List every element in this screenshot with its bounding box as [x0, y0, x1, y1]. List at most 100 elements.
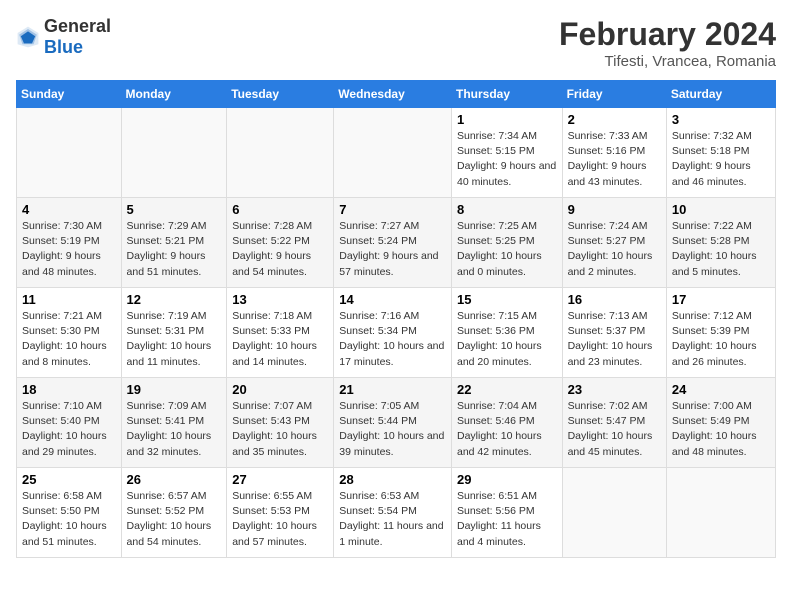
calendar-cell: 18 Sunrise: 7:10 AMSunset: 5:40 PMDayligh…: [17, 378, 122, 468]
calendar-cell: [17, 108, 122, 198]
day-detail: Sunrise: 7:21 AMSunset: 5:30 PMDaylight:…: [22, 309, 116, 370]
day-detail: Sunrise: 7:02 AMSunset: 5:47 PMDaylight:…: [568, 399, 661, 460]
calendar-cell: 21 Sunrise: 7:05 AMSunset: 5:44 PMDayligh…: [334, 378, 452, 468]
calendar-table: Sunday Monday Tuesday Wednesday Thursday…: [16, 80, 776, 558]
day-detail: Sunrise: 7:22 AMSunset: 5:28 PMDaylight:…: [672, 219, 770, 280]
calendar-cell: [666, 468, 775, 558]
day-number: 25: [22, 472, 116, 487]
title-area: February 2024 Tifesti, Vrancea, Romania: [559, 16, 776, 70]
day-detail: Sunrise: 7:19 AMSunset: 5:31 PMDaylight:…: [127, 309, 222, 370]
page-title: February 2024: [559, 16, 776, 53]
col-wednesday: Wednesday: [334, 81, 452, 108]
calendar-cell: 19 Sunrise: 7:09 AMSunset: 5:41 PMDayligh…: [121, 378, 227, 468]
day-detail: Sunrise: 7:29 AMSunset: 5:21 PMDaylight:…: [127, 219, 222, 280]
week-row-4: 18 Sunrise: 7:10 AMSunset: 5:40 PMDayligh…: [17, 378, 776, 468]
week-row-2: 4Sunrise: 7:30 AMSunset: 5:19 PMDaylight…: [17, 198, 776, 288]
day-detail: Sunrise: 7:15 AMSunset: 5:36 PMDaylight:…: [457, 309, 557, 370]
calendar-cell: [227, 108, 334, 198]
calendar-cell: 4Sunrise: 7:30 AMSunset: 5:19 PMDaylight…: [17, 198, 122, 288]
day-detail: Sunrise: 7:25 AMSunset: 5:25 PMDaylight:…: [457, 219, 557, 280]
week-row-3: 11 Sunrise: 7:21 AMSunset: 5:30 PMDayligh…: [17, 288, 776, 378]
day-number: 2: [568, 112, 661, 127]
day-detail: Sunrise: 7:05 AMSunset: 5:44 PMDaylight:…: [339, 399, 446, 460]
calendar-cell: 28 Sunrise: 6:53 AMSunset: 5:54 PMDayligh…: [334, 468, 452, 558]
day-number: 15: [457, 292, 557, 307]
day-number: 7: [339, 202, 446, 217]
col-friday: Friday: [562, 81, 666, 108]
day-number: 28: [339, 472, 446, 487]
day-number: 23: [568, 382, 661, 397]
day-detail: Sunrise: 6:55 AMSunset: 5:53 PMDaylight:…: [232, 489, 328, 550]
day-detail: Sunrise: 6:58 AMSunset: 5:50 PMDaylight:…: [22, 489, 116, 550]
calendar-cell: 11 Sunrise: 7:21 AMSunset: 5:30 PMDayligh…: [17, 288, 122, 378]
col-monday: Monday: [121, 81, 227, 108]
logo-text: General Blue: [44, 16, 111, 58]
day-detail: Sunrise: 7:24 AMSunset: 5:27 PMDaylight:…: [568, 219, 661, 280]
header: General Blue February 2024 Tifesti, Vran…: [16, 16, 776, 70]
day-number: 26: [127, 472, 222, 487]
calendar-cell: 10 Sunrise: 7:22 AMSunset: 5:28 PMDayligh…: [666, 198, 775, 288]
day-detail: Sunrise: 6:57 AMSunset: 5:52 PMDaylight:…: [127, 489, 222, 550]
logo: General Blue: [16, 16, 111, 58]
week-row-1: 1Sunrise: 7:34 AMSunset: 5:15 PMDaylight…: [17, 108, 776, 198]
day-number: 19: [127, 382, 222, 397]
day-detail: Sunrise: 7:13 AMSunset: 5:37 PMDaylight:…: [568, 309, 661, 370]
day-number: 13: [232, 292, 328, 307]
day-number: 21: [339, 382, 446, 397]
calendar-cell: 3 Sunrise: 7:32 AMSunset: 5:18 PMDaylight…: [666, 108, 775, 198]
logo-blue: Blue: [44, 37, 83, 57]
calendar-cell: [121, 108, 227, 198]
page-subtitle: Tifesti, Vrancea, Romania: [559, 53, 776, 70]
calendar-cell: [562, 468, 666, 558]
day-number: 27: [232, 472, 328, 487]
day-detail: Sunrise: 6:53 AMSunset: 5:54 PMDaylight:…: [339, 489, 446, 550]
day-detail: Sunrise: 7:18 AMSunset: 5:33 PMDaylight:…: [232, 309, 328, 370]
day-detail: Sunrise: 7:28 AMSunset: 5:22 PMDaylight:…: [232, 219, 328, 280]
day-detail: Sunrise: 7:09 AMSunset: 5:41 PMDaylight:…: [127, 399, 222, 460]
logo-general: General: [44, 16, 111, 36]
calendar-cell: 22 Sunrise: 7:04 AMSunset: 5:46 PMDayligh…: [451, 378, 562, 468]
day-number: 5: [127, 202, 222, 217]
col-tuesday: Tuesday: [227, 81, 334, 108]
col-thursday: Thursday: [451, 81, 562, 108]
calendar-cell: 26 Sunrise: 6:57 AMSunset: 5:52 PMDayligh…: [121, 468, 227, 558]
calendar-cell: 15 Sunrise: 7:15 AMSunset: 5:36 PMDayligh…: [451, 288, 562, 378]
calendar-cell: 16 Sunrise: 7:13 AMSunset: 5:37 PMDayligh…: [562, 288, 666, 378]
day-detail: Sunrise: 7:34 AMSunset: 5:15 PMDaylight:…: [457, 129, 557, 190]
day-number: 12: [127, 292, 222, 307]
day-number: 10: [672, 202, 770, 217]
day-detail: Sunrise: 7:30 AMSunset: 5:19 PMDaylight:…: [22, 219, 116, 280]
day-detail: Sunrise: 7:04 AMSunset: 5:46 PMDaylight:…: [457, 399, 557, 460]
day-number: 18: [22, 382, 116, 397]
calendar-cell: 14Sunrise: 7:16 AMSunset: 5:34 PMDayligh…: [334, 288, 452, 378]
day-number: 8: [457, 202, 557, 217]
day-number: 20: [232, 382, 328, 397]
calendar-cell: 13 Sunrise: 7:18 AMSunset: 5:33 PMDayligh…: [227, 288, 334, 378]
day-number: 24: [672, 382, 770, 397]
calendar-cell: 8 Sunrise: 7:25 AMSunset: 5:25 PMDaylight…: [451, 198, 562, 288]
calendar-cell: 6Sunrise: 7:28 AMSunset: 5:22 PMDaylight…: [227, 198, 334, 288]
calendar-cell: 29Sunrise: 6:51 AMSunset: 5:56 PMDayligh…: [451, 468, 562, 558]
calendar-cell: 17Sunrise: 7:12 AMSunset: 5:39 PMDayligh…: [666, 288, 775, 378]
day-detail: Sunrise: 6:51 AMSunset: 5:56 PMDaylight:…: [457, 489, 557, 550]
day-number: 3: [672, 112, 770, 127]
day-detail: Sunrise: 7:32 AMSunset: 5:18 PMDaylight:…: [672, 129, 770, 190]
day-detail: Sunrise: 7:07 AMSunset: 5:43 PMDaylight:…: [232, 399, 328, 460]
day-detail: Sunrise: 7:10 AMSunset: 5:40 PMDaylight:…: [22, 399, 116, 460]
day-number: 14: [339, 292, 446, 307]
col-saturday: Saturday: [666, 81, 775, 108]
calendar-cell: 5 Sunrise: 7:29 AMSunset: 5:21 PMDaylight…: [121, 198, 227, 288]
day-detail: Sunrise: 7:27 AMSunset: 5:24 PMDaylight:…: [339, 219, 446, 280]
calendar-cell: 7 Sunrise: 7:27 AMSunset: 5:24 PMDaylight…: [334, 198, 452, 288]
calendar-cell: 2 Sunrise: 7:33 AMSunset: 5:16 PMDaylight…: [562, 108, 666, 198]
day-number: 22: [457, 382, 557, 397]
logo-icon: [16, 25, 40, 49]
day-number: 17: [672, 292, 770, 307]
calendar-cell: 24 Sunrise: 7:00 AMSunset: 5:49 PMDayligh…: [666, 378, 775, 468]
day-number: 16: [568, 292, 661, 307]
day-number: 11: [22, 292, 116, 307]
day-detail: Sunrise: 7:33 AMSunset: 5:16 PMDaylight:…: [568, 129, 661, 190]
day-detail: Sunrise: 7:00 AMSunset: 5:49 PMDaylight:…: [672, 399, 770, 460]
calendar-header-row: Sunday Monday Tuesday Wednesday Thursday…: [17, 81, 776, 108]
calendar-cell: 27 Sunrise: 6:55 AMSunset: 5:53 PMDayligh…: [227, 468, 334, 558]
